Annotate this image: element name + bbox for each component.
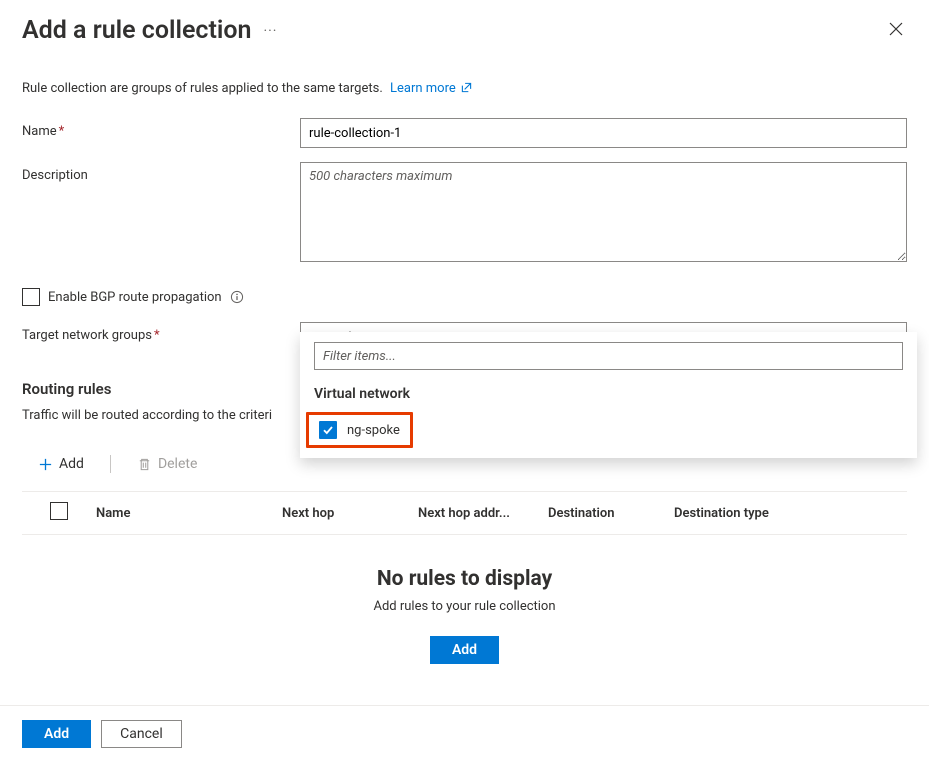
page-title: Add a rule collection [22, 16, 251, 45]
check-icon [322, 424, 334, 436]
option-checkbox-checked[interactable] [319, 421, 337, 439]
footer-cancel-button[interactable]: Cancel [101, 720, 182, 748]
add-rule-button[interactable]: Add [38, 456, 84, 472]
close-button[interactable] [885, 18, 907, 44]
intro-text: Rule collection are groups of rules appl… [22, 81, 907, 96]
col-destination-type[interactable]: Destination type [674, 506, 824, 521]
name-input[interactable] [300, 118, 907, 148]
empty-subtitle: Add rules to your rule collection [22, 599, 907, 614]
learn-more-label: Learn more [390, 81, 456, 96]
col-name[interactable]: Name [96, 506, 282, 521]
col-destination[interactable]: Destination [548, 506, 674, 521]
delete-rule-button: Delete [137, 456, 197, 472]
more-icon[interactable]: ··· [263, 23, 277, 39]
description-label: Description [22, 162, 300, 183]
target-label: Target network groups* [22, 322, 300, 343]
target-network-dropdown[interactable]: Virtual network ng-spoke [300, 332, 917, 458]
toolbar-separator [110, 455, 111, 473]
empty-title: No rules to display [22, 567, 907, 591]
bgp-checkbox[interactable] [22, 288, 40, 306]
plus-icon [38, 457, 53, 472]
panel-header: Add a rule collection ··· [22, 16, 907, 45]
close-icon [889, 22, 903, 36]
dropdown-filter-input[interactable] [314, 342, 903, 370]
empty-add-button[interactable]: Add [430, 636, 499, 664]
bgp-label: Enable BGP route propagation [48, 290, 222, 305]
rules-table-header: Name Next hop Next hop addr... Destinati… [22, 491, 907, 535]
select-all-checkbox[interactable] [50, 502, 68, 520]
delete-rule-label: Delete [158, 456, 197, 472]
panel-footer: Add Cancel [0, 705, 929, 762]
description-input[interactable] [300, 162, 907, 262]
info-icon[interactable] [230, 290, 244, 304]
add-rule-label: Add [59, 456, 84, 472]
external-link-icon [461, 82, 472, 93]
trash-icon [137, 457, 152, 472]
dropdown-group-label: Virtual network [300, 378, 917, 412]
footer-add-button[interactable]: Add [22, 720, 91, 748]
col-next-hop[interactable]: Next hop [282, 506, 418, 521]
learn-more-link[interactable]: Learn more [390, 81, 472, 96]
dropdown-option-ng-spoke[interactable]: ng-spoke [306, 412, 413, 448]
intro-text-content: Rule collection are groups of rules appl… [22, 81, 383, 96]
option-label: ng-spoke [347, 423, 400, 438]
col-next-hop-addr[interactable]: Next hop addr... [418, 506, 548, 521]
name-label: Name* [22, 118, 300, 139]
empty-state: No rules to display Add rules to your ru… [22, 567, 907, 664]
